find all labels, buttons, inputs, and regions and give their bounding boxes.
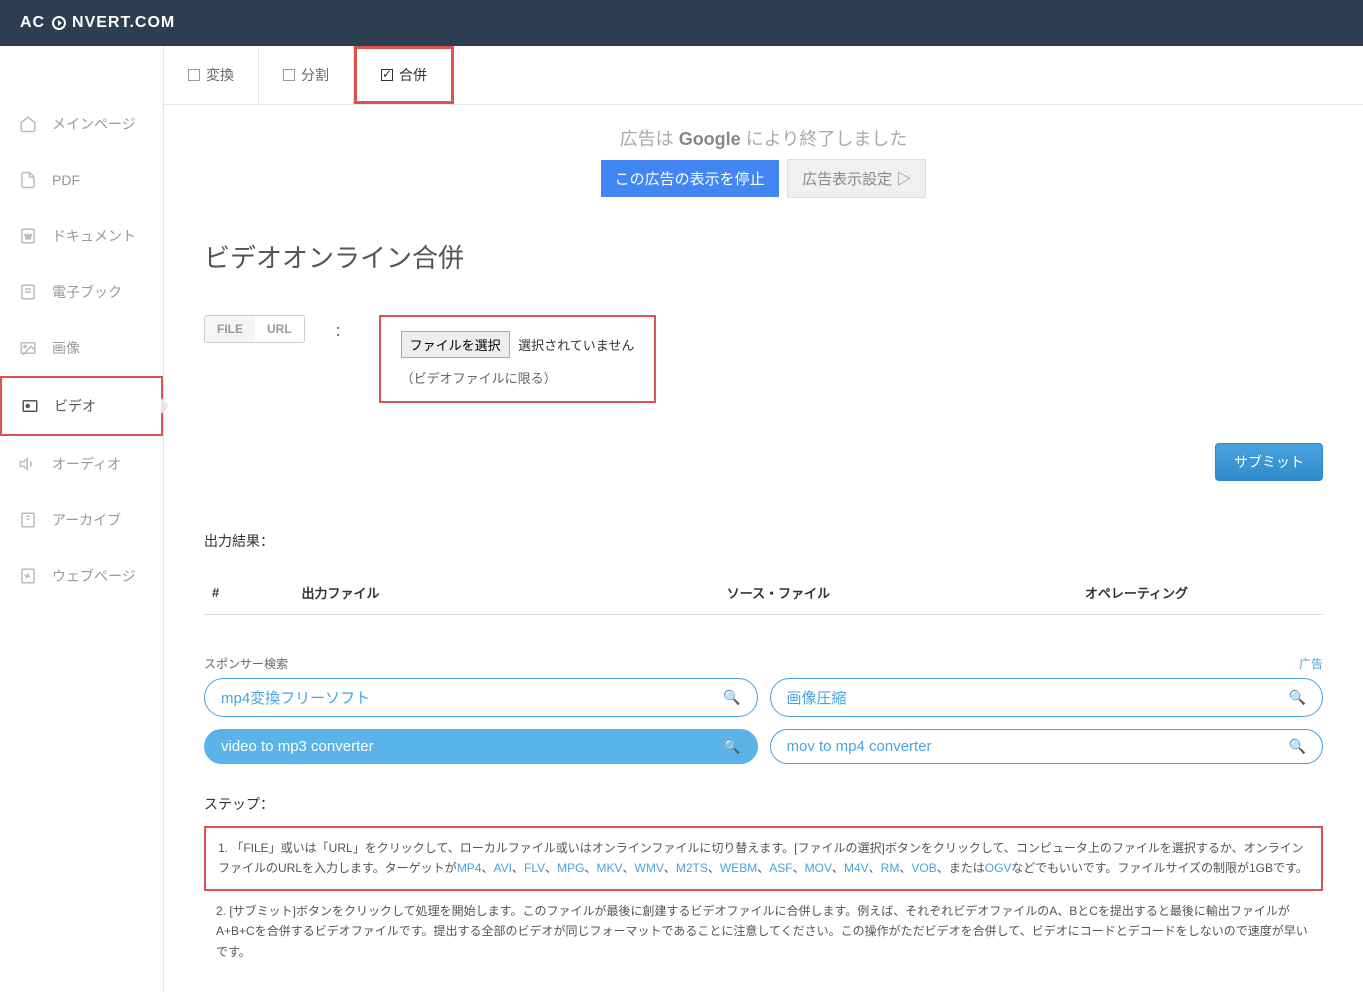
result-table: # 出力ファイル ソース・ファイル オペレーティング	[204, 571, 1323, 615]
steps-title: ステップ：	[204, 794, 1323, 814]
video-icon	[20, 396, 40, 416]
col-source: ソース・ファイル	[719, 571, 1077, 615]
file-note: （ビデオファイルに限る）	[401, 368, 635, 387]
search-icon: 🔍	[1289, 689, 1306, 706]
sponsor-ad-label: 广告	[1299, 655, 1323, 672]
sponsor-link-1[interactable]: 画像圧縮 🔍	[770, 678, 1324, 717]
sidebar-item-label: メインページ	[52, 114, 136, 134]
sidebar-item-pdf[interactable]: PDF	[0, 152, 163, 208]
col-output: 出力ファイル	[294, 571, 719, 615]
sidebar-item-document[interactable]: W ドキュメント	[0, 208, 163, 264]
site-header: AC NVERT.COM	[0, 0, 1363, 46]
page-title: ビデオオンライン合併	[204, 238, 1323, 275]
ad-text: 広告は Google により終了しました	[164, 125, 1363, 151]
sidebar-item-label: ビデオ	[54, 396, 96, 416]
steps-section: ステップ： 1. 「FILE」或いは「URL」をクリックして、ローカルファイル或…	[204, 794, 1323, 962]
sponsor-label: mov to mp4 converter	[787, 738, 932, 755]
logo-prefix: AC	[20, 14, 45, 31]
toggle-url[interactable]: URL	[255, 316, 304, 342]
file-status-text: 選択されていません	[518, 338, 634, 353]
search-icon: 🔍	[723, 689, 740, 706]
file-chooser-box: ファイルを選択 選択されていません （ビデオファイルに限る）	[379, 315, 657, 403]
svg-text:W: W	[25, 234, 32, 241]
step-2: 2. [サブミット]ボタンをクリックして処理を開始します。このファイルが最後に創…	[204, 901, 1323, 962]
sponsor-link-2[interactable]: video to mp3 converter 🔍	[204, 729, 758, 764]
search-icon: 🔍	[723, 738, 740, 755]
toggle-file[interactable]: FILE	[205, 316, 255, 342]
home-icon	[18, 114, 38, 134]
image-icon	[18, 338, 38, 358]
sponsor-label: 画像圧縮	[787, 687, 847, 708]
submit-button[interactable]: サブミット	[1215, 443, 1323, 481]
sidebar-item-label: PDF	[52, 172, 80, 188]
search-icon: 🔍	[1289, 738, 1306, 755]
sidebar-item-label: ドキュメント	[52, 226, 136, 246]
pdf-icon	[18, 170, 38, 190]
sidebar-item-label: オーディオ	[52, 454, 121, 474]
main-content: 変換 分割 合併 広告は Google により終了しました この広告の表示を停止…	[164, 46, 1363, 992]
archive-icon	[18, 510, 38, 530]
document-icon: W	[18, 226, 38, 246]
ad-stop-button[interactable]: この広告の表示を停止	[601, 160, 779, 197]
sponsor-label: video to mp3 converter	[221, 738, 374, 755]
sidebar-item-label: ウェブページ	[52, 566, 136, 586]
sidebar-item-audio[interactable]: オーディオ	[0, 436, 163, 492]
sidebar-item-ebook[interactable]: 電子ブック	[0, 264, 163, 320]
file-input-section: FILE URL ： ファイルを選択 選択されていません （ビデオファイルに限る…	[204, 315, 1323, 403]
tabs: 変換 分割 合併	[164, 46, 1363, 105]
sidebar: メインページ PDF W ドキュメント 電子ブック 画像 ビデオ オーディオ ア	[0, 46, 164, 992]
file-url-toggle: FILE URL	[204, 315, 305, 343]
colon: ：	[335, 315, 349, 341]
sidebar-item-label: 画像	[52, 338, 80, 358]
tab-label: 変換	[206, 65, 234, 85]
logo-icon	[52, 16, 66, 30]
sponsor-link-3[interactable]: mov to mp4 converter 🔍	[770, 729, 1324, 764]
tab-merge[interactable]: 合併	[354, 46, 454, 104]
sponsor-header-text: スポンサー検索	[204, 655, 288, 672]
sidebar-item-label: アーカイブ	[52, 510, 121, 530]
sidebar-item-webpage[interactable]: ウェブページ	[0, 548, 163, 604]
tab-convert[interactable]: 変換	[164, 46, 259, 104]
ad-banner: 広告は Google により終了しました この広告の表示を停止 広告表示設定 ▷	[164, 105, 1363, 208]
sidebar-item-video[interactable]: ビデオ	[0, 376, 163, 436]
sponsor-link-0[interactable]: mp4変換フリーソフト 🔍	[204, 678, 758, 717]
sidebar-item-image[interactable]: 画像	[0, 320, 163, 376]
choose-file-button[interactable]: ファイルを選択	[401, 331, 510, 358]
col-num: #	[204, 571, 294, 615]
checkbox-icon	[283, 69, 295, 81]
logo-suffix: NVERT.COM	[72, 14, 175, 31]
col-operating: オペレーティング	[1077, 571, 1323, 615]
tab-label: 合併	[399, 65, 427, 85]
step-1: 1. 「FILE」或いは「URL」をクリックして、ローカルファイル或いはオンライ…	[204, 826, 1323, 891]
webpage-icon	[18, 566, 38, 586]
ad-settings-button[interactable]: 広告表示設定 ▷	[787, 159, 926, 198]
checkbox-icon	[188, 69, 200, 81]
google-logo-text: Google	[679, 129, 741, 149]
sponsor-label: mp4変換フリーソフト	[221, 687, 370, 708]
tab-label: 分割	[301, 65, 329, 85]
sponsor-section: スポンサー検索 广告 mp4変換フリーソフト 🔍 画像圧縮 🔍 video to m…	[204, 655, 1323, 764]
ebook-icon	[18, 282, 38, 302]
sidebar-item-label: 電子ブック	[52, 282, 122, 302]
tab-split[interactable]: 分割	[259, 46, 354, 104]
audio-icon	[18, 454, 38, 474]
checkbox-checked-icon	[381, 69, 393, 81]
sidebar-item-mainpage[interactable]: メインページ	[0, 96, 163, 152]
sidebar-item-archive[interactable]: アーカイブ	[0, 492, 163, 548]
output-label: 出力結果：	[204, 531, 1323, 551]
